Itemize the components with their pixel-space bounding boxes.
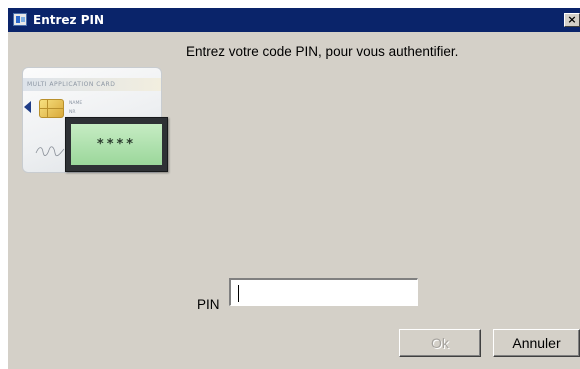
insert-arrow-icon bbox=[24, 101, 31, 113]
card-name-label: NAME bbox=[69, 101, 83, 106]
text-caret bbox=[238, 285, 239, 302]
title-bar[interactable]: Entrez PIN × bbox=[8, 8, 580, 32]
pin-stars: **** bbox=[96, 137, 137, 152]
chip-icon bbox=[39, 99, 64, 118]
close-button[interactable]: × bbox=[564, 13, 580, 27]
pin-dialog: Entrez PIN × Entrez votre code PIN, pour… bbox=[8, 8, 580, 369]
card-nr-label: NR bbox=[69, 110, 76, 115]
pin-reader-illustration: **** bbox=[65, 117, 168, 172]
pin-input[interactable] bbox=[229, 278, 418, 306]
signature-icon bbox=[35, 146, 65, 157]
ok-button[interactable]: Ok bbox=[399, 329, 481, 357]
instruction-text: Entrez votre code PIN, pour vous authent… bbox=[186, 44, 459, 59]
close-icon: × bbox=[567, 13, 577, 26]
card-band: MULTI APPLICATION CARD bbox=[23, 78, 161, 91]
screen-background-top bbox=[0, 0, 580, 8]
pin-label: PIN bbox=[197, 297, 220, 312]
screen-background-left bbox=[0, 8, 8, 369]
window-title: Entrez PIN bbox=[33, 13, 104, 27]
pin-display: **** bbox=[71, 124, 162, 165]
card-heading: MULTI APPLICATION CARD bbox=[27, 81, 116, 88]
smartcard-app-icon bbox=[13, 13, 27, 26]
cancel-button[interactable]: Annuler bbox=[493, 329, 580, 357]
